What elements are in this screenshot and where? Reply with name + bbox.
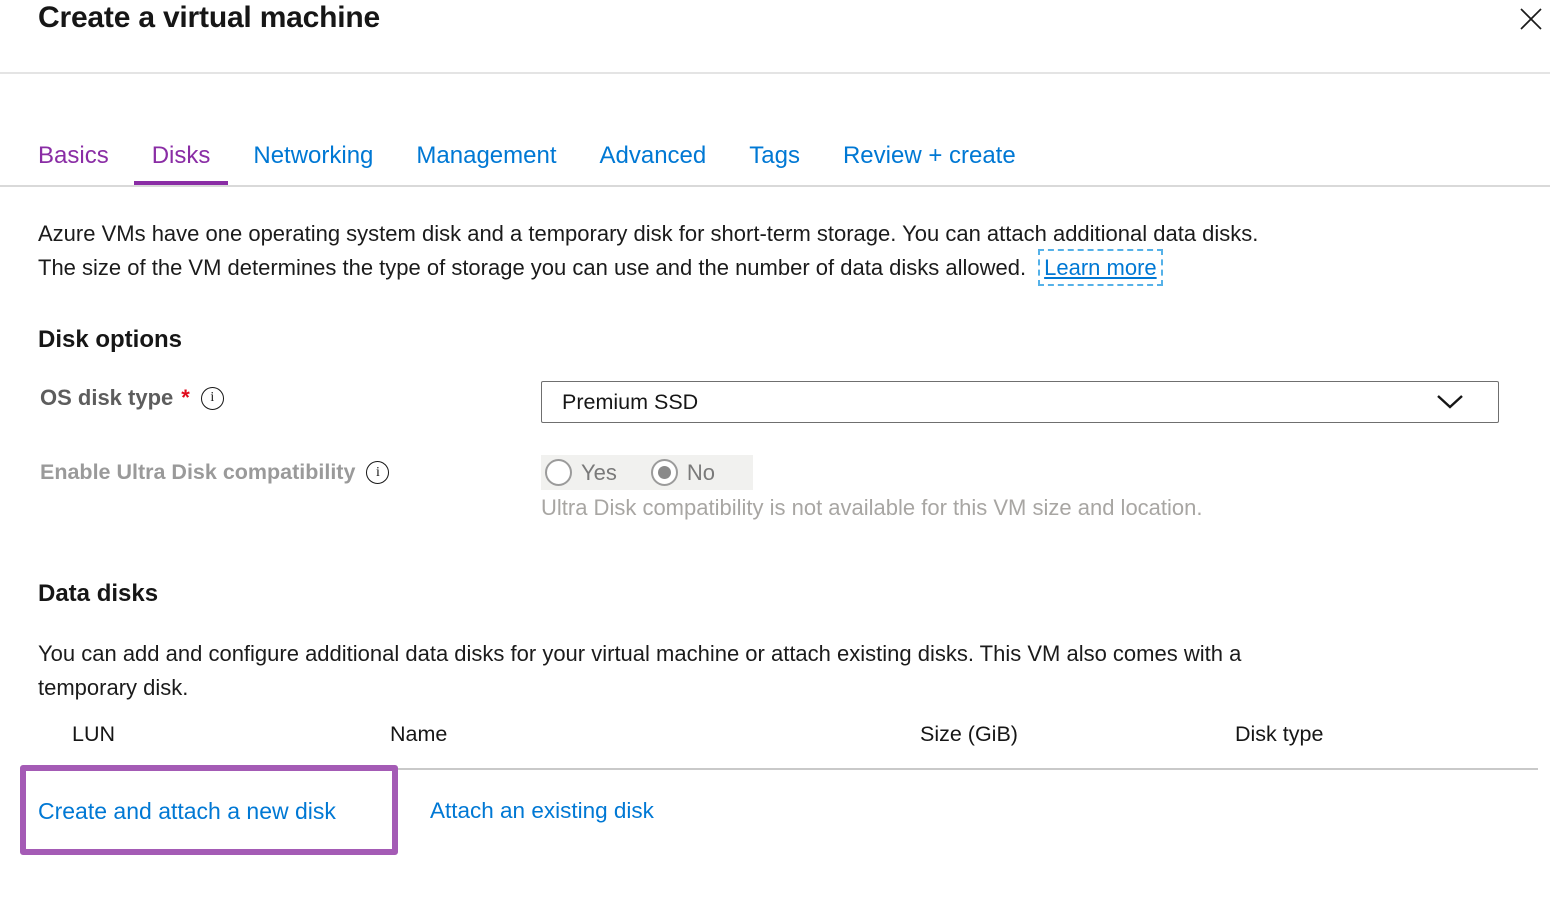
chevron-down-icon <box>1436 394 1464 410</box>
column-header-size: Size (GiB) <box>920 722 1018 747</box>
wizard-tabs: Basics Disks Networking Management Advan… <box>20 140 1034 172</box>
disk-options-heading: Disk options <box>38 326 182 354</box>
column-header-name: Name <box>390 722 447 747</box>
data-disks-desc-line-1: You can add and configure additional dat… <box>38 641 1241 666</box>
attach-existing-disk-link[interactable]: Attach an existing disk <box>430 798 654 824</box>
tab-basics[interactable]: Basics <box>20 140 127 172</box>
ultra-disk-note: Ultra Disk compatibility is not availabl… <box>541 495 1203 521</box>
tabs-divider <box>0 185 1550 187</box>
os-disk-type-label-text: OS disk type <box>40 385 173 411</box>
radio-selected-icon <box>651 459 678 486</box>
ultra-disk-radio-yes[interactable]: Yes <box>545 459 617 486</box>
required-asterisk: * <box>181 385 190 411</box>
table-header-divider <box>38 768 1538 770</box>
ultra-disk-radio-group: Yes No <box>541 455 753 490</box>
ultra-disk-radio-no[interactable]: No <box>651 459 715 486</box>
tab-networking[interactable]: Networking <box>235 140 391 172</box>
disks-intro-text: Azure VMs have one operating system disk… <box>38 217 1508 285</box>
column-header-lun: LUN <box>72 722 115 747</box>
header-divider <box>0 72 1550 74</box>
info-icon[interactable]: i <box>366 461 389 484</box>
os-disk-type-value: Premium SSD <box>562 390 1436 415</box>
tab-advanced[interactable]: Advanced <box>582 140 725 172</box>
ultra-disk-label-text: Enable Ultra Disk compatibility <box>40 460 355 485</box>
os-disk-type-select[interactable]: Premium SSD <box>541 381 1499 423</box>
create-vm-dialog: Create a virtual machine Basics Disks Ne… <box>0 0 1550 922</box>
close-button[interactable] <box>1514 4 1548 38</box>
ultra-disk-label: Enable Ultra Disk compatibility i <box>40 460 389 485</box>
info-icon[interactable]: i <box>201 387 224 410</box>
learn-more-link[interactable]: Learn more <box>1044 255 1157 280</box>
intro-line-1: Azure VMs have one operating system disk… <box>38 221 1258 246</box>
tab-review-create[interactable]: Review + create <box>825 140 1034 172</box>
tab-management[interactable]: Management <box>398 140 574 172</box>
intro-line-2: The size of the VM determines the type o… <box>38 255 1026 280</box>
tab-tags[interactable]: Tags <box>731 140 818 172</box>
tab-disks[interactable]: Disks <box>134 140 229 172</box>
page-title: Create a virtual machine <box>38 1 380 35</box>
data-disks-desc-line-2: temporary disk. <box>38 675 188 700</box>
data-disks-table-header: LUN Name Size (GiB) Disk type <box>0 722 1550 752</box>
radio-no-label: No <box>687 460 715 486</box>
create-and-attach-new-disk-link[interactable]: Create and attach a new disk <box>38 798 336 825</box>
os-disk-type-label: OS disk type * i <box>40 385 224 411</box>
radio-unselected-icon <box>545 459 572 486</box>
column-header-disk-type: Disk type <box>1235 722 1323 747</box>
data-disks-description: You can add and configure additional dat… <box>38 637 1508 705</box>
radio-yes-label: Yes <box>581 460 617 486</box>
data-disks-heading: Data disks <box>38 580 158 608</box>
close-icon <box>1518 6 1544 37</box>
